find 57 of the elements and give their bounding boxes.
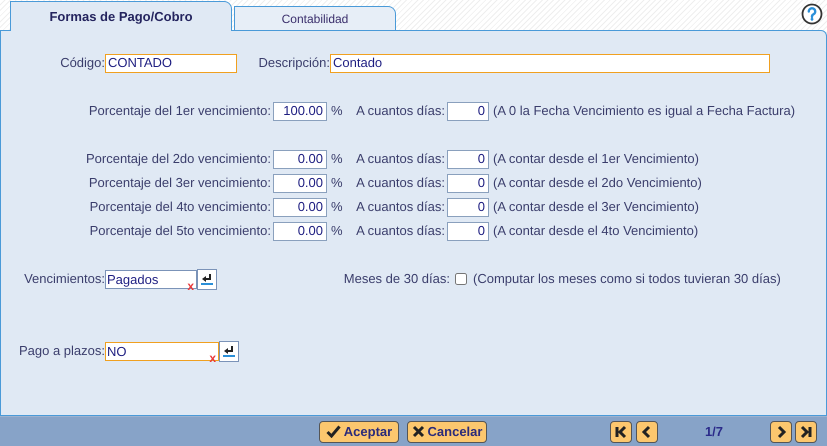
- input-field[interactable]: 0: [447, 198, 489, 216]
- pager-button[interactable]: [795, 420, 817, 442]
- field-label: A cuantos días:: [355, 222, 446, 240]
- checkmark-icon: [326, 425, 341, 438]
- field-label: Vencimientos:: [23, 270, 105, 288]
- unit-label: %: [331, 102, 344, 120]
- field-label: Porcentaje del 5to vencimiento:: [88, 222, 272, 240]
- input-field[interactable]: CONTADO: [105, 54, 237, 72]
- input-field[interactable]: 100.00: [273, 102, 327, 120]
- close-icon: [412, 425, 425, 438]
- input-field[interactable]: 0: [447, 174, 489, 192]
- unit-label: %: [331, 174, 344, 192]
- return-arrow-icon: [222, 345, 236, 357]
- first-page-icon: [614, 424, 628, 438]
- input-field[interactable]: 0: [447, 222, 489, 240]
- return-arrow-icon: [200, 273, 214, 285]
- input-field[interactable]: 0: [447, 150, 489, 168]
- pager-button[interactable]: [636, 420, 658, 442]
- input-field[interactable]: 0.00: [273, 198, 327, 216]
- field-label: Meses de 30 días:: [342, 270, 450, 288]
- field-note: (Computar los meses como si todos tuvieran 30 días): [473, 270, 781, 288]
- input-field[interactable]: Contado: [330, 54, 770, 72]
- input-field[interactable]: 0.00: [273, 150, 327, 168]
- lookup-button[interactable]: [197, 268, 217, 290]
- field-note: (A 0 la Fecha Vencimiento es igual a Fecha Factura): [493, 102, 796, 120]
- button[interactable]: Aceptar: [319, 420, 399, 442]
- pager-button[interactable]: [610, 420, 632, 442]
- field-label: A cuantos días:: [355, 198, 446, 216]
- field-label: Porcentaje del 2do vencimiento:: [84, 150, 272, 168]
- input-field[interactable]: 0.00: [273, 174, 327, 192]
- field-label: Porcentaje del 1er vencimiento:: [88, 102, 272, 120]
- checkbox[interactable]: [455, 273, 467, 285]
- field-note: (A contar desde el 1er Vencimiento): [493, 150, 699, 168]
- field-label: A cuantos días:: [355, 174, 446, 192]
- field-label: Porcentaje del 3er vencimiento:: [88, 174, 272, 192]
- pager-button[interactable]: [770, 420, 792, 442]
- tab[interactable]: Formas de Pago/Cobro: [10, 1, 232, 31]
- help-icon[interactable]: [801, 3, 823, 25]
- field-label: Descripción:: [257, 54, 330, 72]
- field-label: Pago a plazos:: [18, 342, 105, 360]
- input-field[interactable]: 0.00: [273, 222, 327, 240]
- tab[interactable]: Contabilidad: [234, 6, 396, 30]
- page-counter: 1/7: [704, 422, 724, 441]
- unit-label: %: [331, 150, 344, 168]
- last-page-icon: [799, 424, 813, 438]
- field-label: A cuantos días:: [355, 150, 446, 168]
- field-note: (A contar desde el 3er Vencimiento): [493, 198, 699, 216]
- unit-label: %: [331, 222, 344, 240]
- lookup-button[interactable]: [219, 340, 239, 362]
- unit-label: %: [331, 198, 344, 216]
- button[interactable]: Cancelar: [407, 420, 487, 442]
- input-field[interactable]: 0: [447, 102, 489, 120]
- field-note: (A contar desde el 2do Vencimiento): [493, 174, 702, 192]
- field-label: A cuantos días:: [355, 102, 446, 120]
- field-label: Código:: [59, 54, 105, 72]
- field-label: Porcentaje del 4to vencimiento:: [88, 198, 272, 216]
- field-note: (A contar desde el 4to Vencimiento): [493, 222, 698, 240]
